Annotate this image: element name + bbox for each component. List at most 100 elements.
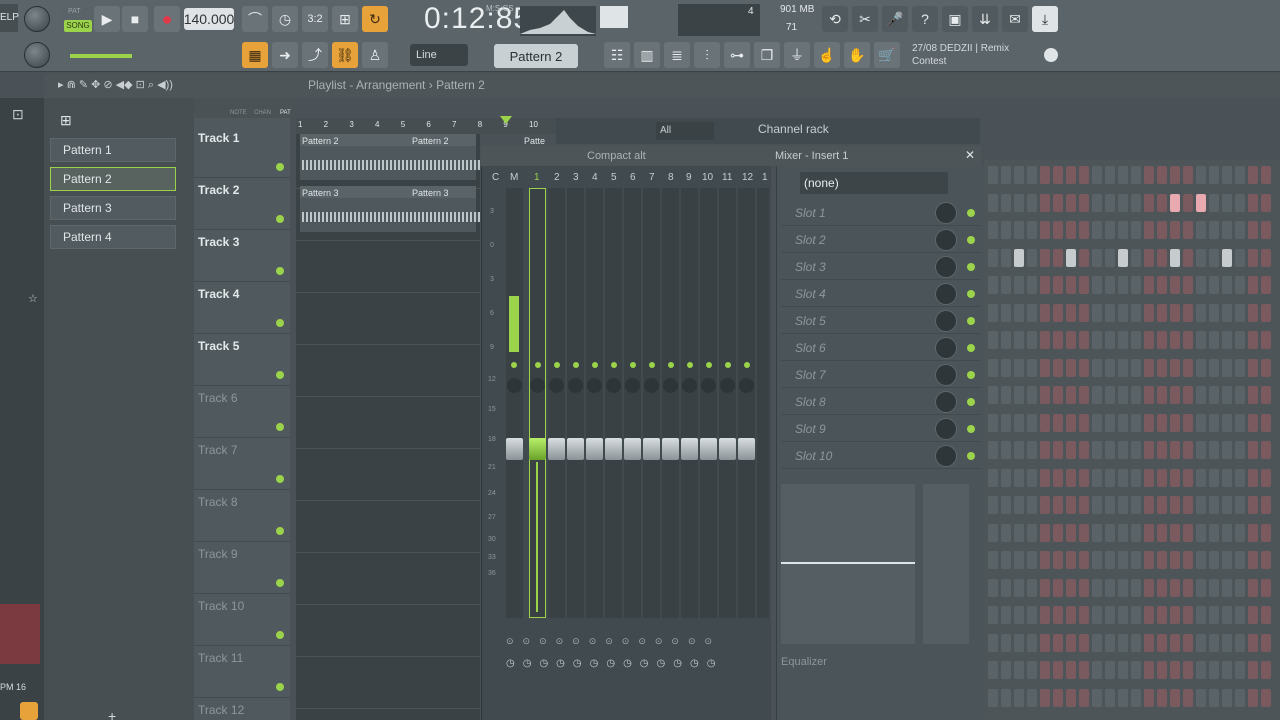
step-button[interactable] (1118, 523, 1128, 542)
hand-icon[interactable]: ✋ (844, 42, 870, 68)
song-time[interactable]: 0:12:85 (424, 2, 531, 36)
step-button[interactable] (1183, 661, 1193, 679)
step-button[interactable] (1092, 468, 1102, 487)
step-button[interactable] (1222, 166, 1232, 184)
step-button[interactable] (1001, 303, 1011, 322)
step-button[interactable] (1131, 248, 1141, 267)
step-button[interactable] (1053, 661, 1063, 679)
step-button[interactable] (1079, 248, 1089, 267)
step-button[interactable] (1248, 248, 1258, 267)
tab-note[interactable]: NOTE (230, 110, 247, 116)
globe-icon[interactable] (1044, 48, 1058, 62)
volume-fader[interactable] (605, 438, 622, 460)
effect-slot[interactable]: Slot 1 (781, 200, 981, 226)
step-button[interactable] (1248, 661, 1258, 679)
step-edit-icon[interactable]: ⊞ (332, 6, 358, 32)
pan-knob[interactable] (739, 378, 754, 393)
step-button[interactable] (1066, 551, 1076, 569)
step-button[interactable] (1066, 276, 1076, 294)
step-button[interactable] (1209, 441, 1219, 459)
strip-led[interactable] (725, 362, 731, 368)
mixer-mode[interactable]: Compact alt (587, 150, 646, 162)
mixer-strip[interactable] (567, 188, 584, 618)
step-button[interactable] (1118, 276, 1128, 294)
step-button[interactable] (1170, 468, 1180, 487)
step-button[interactable] (1183, 468, 1193, 487)
piano-roll-icon[interactable]: ▥ (634, 42, 660, 68)
step-button[interactable] (1222, 358, 1232, 377)
step-button[interactable] (1053, 606, 1063, 624)
strip-led[interactable] (649, 362, 655, 368)
step-button[interactable] (1014, 551, 1024, 569)
tempo-display[interactable]: 140.000 (184, 8, 234, 30)
snap-mode-select[interactable]: Line (410, 44, 468, 66)
volume-fader[interactable] (586, 438, 603, 460)
step-button[interactable] (1001, 166, 1011, 184)
step-button[interactable] (1235, 606, 1245, 624)
step-button[interactable] (1196, 551, 1206, 569)
step-button[interactable] (1118, 303, 1128, 322)
step-button[interactable] (1196, 496, 1206, 514)
step-button[interactable] (1027, 578, 1037, 597)
step-button[interactable] (1209, 303, 1219, 322)
step-button[interactable] (988, 248, 998, 267)
plugin-icon[interactable]: ⏚ (784, 42, 810, 68)
step-button[interactable] (1157, 496, 1167, 514)
step-button[interactable] (1066, 496, 1076, 514)
step-button[interactable] (1131, 633, 1141, 652)
step-button[interactable] (1248, 578, 1258, 597)
step-button[interactable] (988, 523, 998, 542)
step-button[interactable] (1222, 441, 1232, 459)
step-button[interactable] (1196, 276, 1206, 294)
step-button[interactable] (1170, 276, 1180, 294)
step-button[interactable] (1157, 523, 1167, 542)
step-button[interactable] (1157, 551, 1167, 569)
step-button[interactable] (1183, 303, 1193, 322)
slot-enable-led[interactable] (967, 236, 975, 244)
step-button[interactable] (1053, 358, 1063, 377)
step-button[interactable] (1014, 166, 1024, 184)
step-button[interactable] (1235, 496, 1245, 514)
step-button[interactable] (1027, 633, 1037, 652)
step-button[interactable] (1222, 606, 1232, 624)
step-button[interactable] (1040, 248, 1050, 267)
step-button[interactable] (1248, 303, 1258, 322)
step-button[interactable] (1066, 166, 1076, 184)
mixer-strip[interactable] (624, 188, 641, 618)
step-button[interactable] (1183, 386, 1193, 404)
slot-mix-knob[interactable] (935, 418, 957, 440)
track-header[interactable]: Track 9 (194, 542, 290, 594)
mixer-strip[interactable] (738, 188, 755, 618)
step-button[interactable] (1183, 358, 1193, 377)
slide-icon[interactable]: ⤴ (302, 42, 328, 68)
step-button[interactable] (1261, 358, 1271, 377)
step-button[interactable] (1105, 248, 1115, 267)
step-button[interactable] (1209, 633, 1219, 652)
step-button[interactable] (1040, 688, 1050, 707)
step-button[interactable] (1092, 166, 1102, 184)
pattern-selector[interactable]: Pattern 2 (494, 44, 578, 68)
step-button[interactable] (1092, 688, 1102, 707)
step-button[interactable] (1040, 633, 1050, 652)
step-button[interactable] (1144, 358, 1154, 377)
pattern-item-4[interactable]: Pattern 4 (50, 225, 176, 249)
step-button[interactable] (1170, 523, 1180, 542)
stop-icon[interactable]: ■ (122, 6, 148, 32)
search-icon[interactable] (20, 702, 38, 720)
track-header[interactable]: Track 7 (194, 438, 290, 490)
step-button[interactable] (1235, 303, 1245, 322)
step-button[interactable] (1131, 413, 1141, 432)
step-button[interactable] (1092, 606, 1102, 624)
step-button[interactable] (1196, 386, 1206, 404)
track-header[interactable]: Track 1 (194, 126, 290, 178)
step-button[interactable] (1248, 441, 1258, 459)
step-button[interactable] (1261, 468, 1271, 487)
step-button[interactable] (1209, 358, 1219, 377)
step-button[interactable] (1105, 688, 1115, 707)
step-button[interactable] (1170, 248, 1180, 267)
slot-mix-knob[interactable] (935, 202, 957, 224)
slot-enable-led[interactable] (967, 344, 975, 352)
step-button[interactable] (1196, 606, 1206, 624)
step-button[interactable] (1261, 193, 1271, 212)
step-button[interactable] (1066, 303, 1076, 322)
